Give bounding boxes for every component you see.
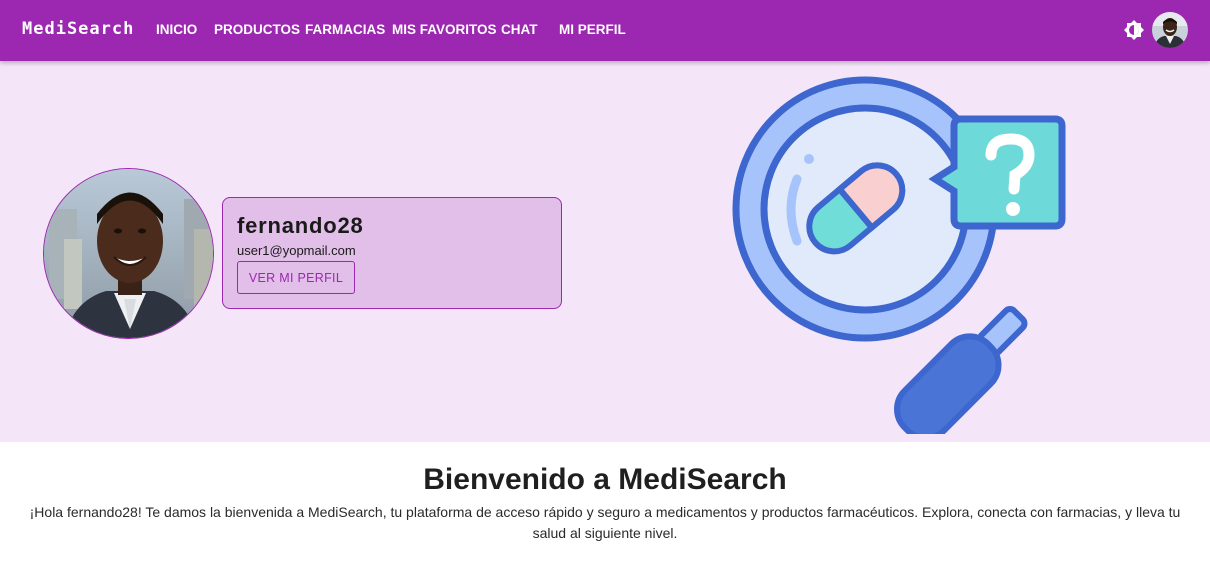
profile-avatar	[43, 168, 214, 339]
hero-section: fernando28 user1@yopmail.com VER MI PERF…	[0, 61, 1210, 442]
brand-logo[interactable]: MediSearch	[22, 19, 134, 39]
nav-item-mis-favoritos[interactable]: MIS FAVORITOS	[392, 22, 497, 37]
profile-email: user1@yopmail.com	[237, 243, 356, 258]
nav-item-inicio[interactable]: INICIO	[156, 22, 197, 37]
nav-item-chat[interactable]: CHAT	[501, 22, 538, 37]
magnifier-pill-question-icon	[725, 69, 1095, 441]
profile-username: fernando28	[237, 213, 364, 238]
nav-item-mi-perfil[interactable]: MI PERFIL	[559, 22, 626, 37]
nav-item-productos[interactable]: PRODUCTOS	[214, 22, 300, 37]
top-app-bar: MediSearch INICIO PRODUCTOS FARMACIAS MI…	[0, 0, 1210, 61]
view-profile-button[interactable]: VER MI PERFIL	[237, 261, 355, 294]
user-avatar[interactable]	[1152, 12, 1188, 48]
nav-item-farmacias[interactable]: FARMACIAS	[305, 22, 385, 37]
welcome-title: Bienvenido a MediSearch	[423, 463, 787, 496]
welcome-text: ¡Hola fernando28! Te damos la bienvenida…	[29, 504, 1181, 541]
brightness-icon[interactable]	[1124, 20, 1144, 40]
profile-card: fernando28 user1@yopmail.com VER MI PERF…	[222, 197, 562, 309]
